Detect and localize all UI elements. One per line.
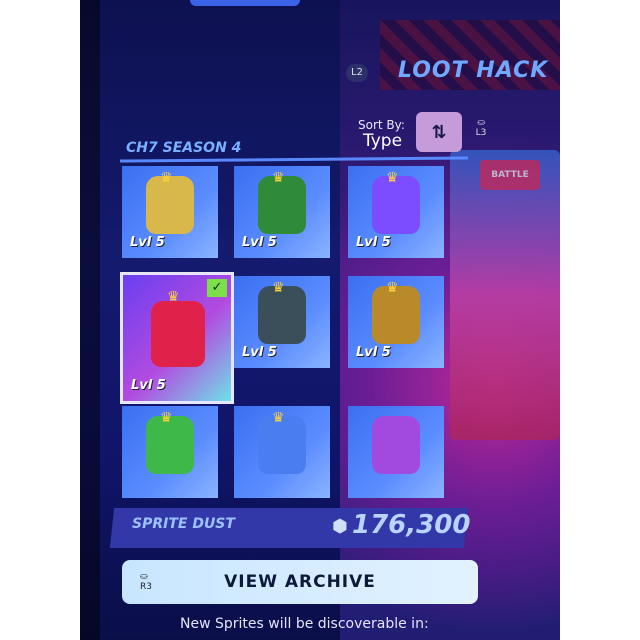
top-tab-indicator[interactable] (190, 0, 300, 6)
crown-icon: ♛ (160, 410, 173, 426)
crown-icon: ♛ (272, 170, 285, 186)
sort-arrows-icon: ⇅ (431, 121, 447, 143)
sprite-card[interactable]: ♛ Lvl 5 (234, 276, 330, 368)
arcade-machine: BATTLE (450, 150, 560, 440)
sprite-level: Lvl 5 (242, 345, 277, 360)
crown-icon: ♛ (386, 280, 399, 296)
sprite-card[interactable]: ♛ Lvl 5 (348, 276, 444, 368)
sprite-image (372, 416, 420, 474)
arcade-sign: BATTLE (480, 160, 540, 190)
sprite-card[interactable]: ♛ Lvl 5 (122, 166, 218, 258)
section-title: CH7 SEASON 4 (126, 140, 242, 156)
sprite-dust-label: SPRITE DUST (132, 516, 235, 532)
sort-by-label: Sort By: (358, 118, 405, 132)
sprite-card[interactable]: ♛ ✓ Lvl 5 (120, 272, 234, 404)
person-icon: ⛀ (477, 118, 485, 128)
sort-by-value: Type (363, 131, 403, 151)
l3-button-badge: ⛀ L3 (470, 118, 492, 138)
view-archive-button[interactable]: VIEW ARCHIVE (122, 560, 478, 604)
archive-icon: ⛀ (140, 572, 148, 582)
crown-icon: ♛ (167, 289, 180, 305)
crown-icon: ♛ (386, 170, 399, 186)
crown-icon: ♛ (272, 410, 285, 426)
sprite-dust-value: 176,300 (352, 510, 471, 540)
l2-button-badge[interactable]: L2 (346, 64, 368, 82)
sprite-card[interactable]: ♛ (122, 406, 218, 498)
dust-icon: ⬢ (332, 516, 348, 537)
sort-button[interactable]: ⇅ (416, 112, 462, 152)
r3-button-badge: ⛀ R3 (140, 572, 152, 592)
crown-icon: ♛ (272, 280, 285, 296)
sprite-card[interactable]: ♛ Lvl 5 (234, 166, 330, 258)
sprite-level: Lvl 5 (131, 378, 166, 393)
view-archive-label: VIEW ARCHIVE (224, 572, 376, 592)
sprite-card[interactable]: ♛ Lvl 5 (348, 166, 444, 258)
sprite-card[interactable] (348, 406, 444, 498)
screen-photo: BATTLE L2 LOOT HACK Sort By: Type ⇅ ⛀ L3 … (80, 0, 560, 640)
r3-label: R3 (140, 582, 152, 592)
page-title: LOOT HACK (398, 58, 549, 83)
sprite-level: Lvl 5 (130, 235, 165, 250)
sprite-card[interactable]: ♛ (234, 406, 330, 498)
checkmark-icon: ✓ (207, 279, 227, 297)
sprite-level: Lvl 5 (356, 345, 391, 360)
l3-label: L3 (475, 128, 487, 138)
sprite-level: Lvl 5 (356, 235, 391, 250)
crown-icon: ♛ (160, 170, 173, 186)
discover-footer-text: New Sprites will be discoverable in: (180, 616, 429, 632)
sprite-level: Lvl 5 (242, 235, 277, 250)
sprite-image (151, 301, 205, 367)
